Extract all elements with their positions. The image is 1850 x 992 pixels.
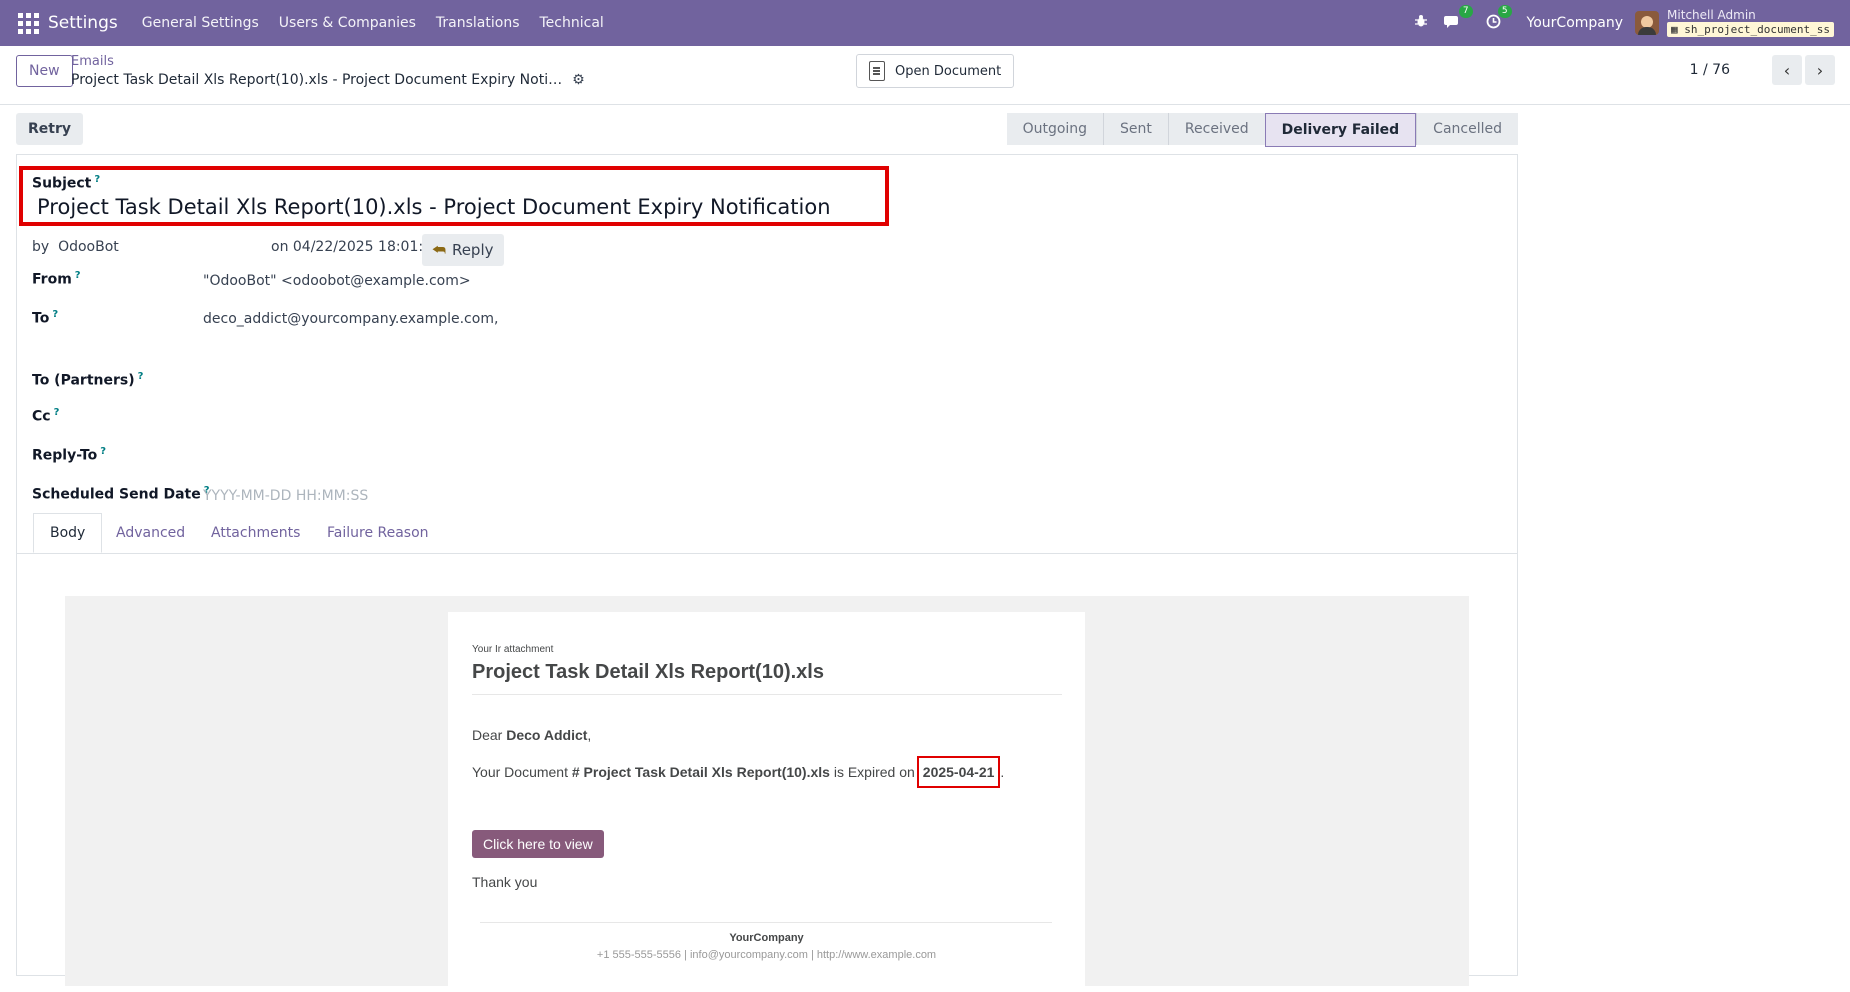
chat-count-badge: 7 xyxy=(1458,4,1473,18)
click-here-to-view-button[interactable]: Click here to view xyxy=(472,830,604,858)
apps-menu-icon[interactable] xyxy=(14,9,42,37)
tab-advanced[interactable]: Advanced xyxy=(100,513,201,553)
email-card: Your Ir attachment Project Task Detail X… xyxy=(448,612,1085,992)
reply-icon: ⮪ xyxy=(432,241,446,259)
database-name-badge: ▦ sh_project_document_ss xyxy=(1667,22,1834,37)
breadcrumb: Emails Project Task Detail Xls Report(10… xyxy=(71,54,585,88)
menu-translations[interactable]: Translations xyxy=(426,15,530,31)
notebook-tabs: Body Advanced Attachments Failure Reason xyxy=(17,513,1517,554)
author-field[interactable]: OdooBot xyxy=(58,239,119,255)
breadcrumb-emails-link[interactable]: Emails xyxy=(71,54,585,69)
open-document-button[interactable]: Open Document xyxy=(856,54,1015,88)
pager-next-button[interactable]: › xyxy=(1805,55,1835,85)
help-icon: ? xyxy=(137,371,144,382)
to-label: To? xyxy=(32,309,59,327)
reply-button[interactable]: ⮪ Reply xyxy=(422,234,504,266)
expiry-date-highlight: 2025-04-21 xyxy=(916,756,1001,788)
help-icon: ? xyxy=(100,446,107,457)
breadcrumb-current-record: Project Task Detail Xls Report(10).xls -… xyxy=(71,72,563,88)
pager-previous-button[interactable]: ‹ xyxy=(1772,55,1802,85)
scheduled-send-date-input[interactable]: YYYY-MM-DD HH:MM:SS xyxy=(203,488,368,504)
subject-label: Subject? xyxy=(32,174,101,192)
form-sheet: Subject? Project Task Detail Xls Report(… xyxy=(16,154,1518,992)
activity-count-badge: 5 xyxy=(1497,4,1512,18)
stage-received[interactable]: Received xyxy=(1167,113,1265,145)
retry-button[interactable]: Retry xyxy=(16,113,83,145)
menu-users-companies[interactable]: Users & Companies xyxy=(269,15,426,31)
subject-field[interactable]: Project Task Detail Xls Report(10).xls -… xyxy=(37,195,831,219)
status-stages: Outgoing Sent Received Delivery Failed C… xyxy=(1006,113,1518,147)
email-footer-contact: +1 555-555-5556 | info@yourcompany.com |… xyxy=(596,949,937,961)
cc-label: Cc? xyxy=(32,407,60,425)
menu-general-settings[interactable]: General Settings xyxy=(132,15,269,31)
chat-icon[interactable]: 7 xyxy=(1443,4,1473,33)
to-field[interactable]: deco_addict@yourcompany.example.com, xyxy=(203,311,498,327)
pager-value[interactable]: 1 / 76 xyxy=(1690,62,1730,78)
stage-delivery-failed[interactable]: Delivery Failed xyxy=(1264,113,1417,147)
email-title: Project Task Detail Xls Report(10).xls xyxy=(472,661,824,683)
from-label: From? xyxy=(32,270,81,288)
email-body-preview: Your Ir attachment Project Task Detail X… xyxy=(65,596,1469,992)
divider xyxy=(480,922,1052,923)
new-button[interactable]: New xyxy=(16,55,73,87)
help-icon: ? xyxy=(74,270,81,281)
divider xyxy=(472,694,1062,695)
email-expiry-sentence: Your Document # Project Task Detail Xls … xyxy=(472,756,1004,788)
tab-body[interactable]: Body xyxy=(33,513,103,553)
user-menu[interactable]: Mitchell Admin ▦ sh_project_document_ss xyxy=(1667,9,1834,37)
document-icon xyxy=(869,61,885,81)
help-icon: ? xyxy=(52,309,59,320)
debug-bug-icon[interactable] xyxy=(1414,14,1428,32)
help-icon: ? xyxy=(94,174,101,185)
date-field: on 04/22/2025 18:01:55 xyxy=(271,239,441,255)
stage-outgoing[interactable]: Outgoing xyxy=(1007,113,1103,145)
email-greeting: Dear Deco Addict, xyxy=(472,727,592,743)
from-field[interactable]: "OdooBot" <odoobot@example.com> xyxy=(203,273,471,289)
stage-sent[interactable]: Sent xyxy=(1103,113,1168,145)
app-name[interactable]: Settings xyxy=(48,13,118,33)
help-icon: ? xyxy=(53,407,60,418)
reply-to-label: Reply-To? xyxy=(32,446,107,464)
activity-clock-icon[interactable]: 5 xyxy=(1486,4,1512,33)
user-avatar[interactable] xyxy=(1635,11,1660,35)
tab-attachments[interactable]: Attachments xyxy=(195,513,316,553)
scheduled-send-date-label: Scheduled Send Date? xyxy=(32,485,210,503)
company-switcher[interactable]: YourCompany xyxy=(1527,15,1624,31)
form-statusbar: Retry Outgoing Sent Received Delivery Fa… xyxy=(16,113,1518,147)
control-panel: New Emails Project Task Detail Xls Repor… xyxy=(0,46,1850,105)
tab-failure-reason[interactable]: Failure Reason xyxy=(311,513,445,553)
to-partners-label: To (Partners)? xyxy=(32,371,144,389)
top-navbar: Settings General Settings Users & Compan… xyxy=(0,0,1850,46)
author-line: by OdooBot xyxy=(32,239,119,255)
user-name: Mitchell Admin xyxy=(1667,8,1756,22)
email-small-header: Your Ir attachment xyxy=(472,644,554,655)
email-thanks: Thank you xyxy=(472,874,538,890)
stage-cancelled[interactable]: Cancelled xyxy=(1416,113,1518,145)
gear-icon[interactable]: ⚙ xyxy=(572,72,585,88)
menu-technical[interactable]: Technical xyxy=(530,15,614,31)
email-footer-company: YourCompany xyxy=(729,932,804,944)
